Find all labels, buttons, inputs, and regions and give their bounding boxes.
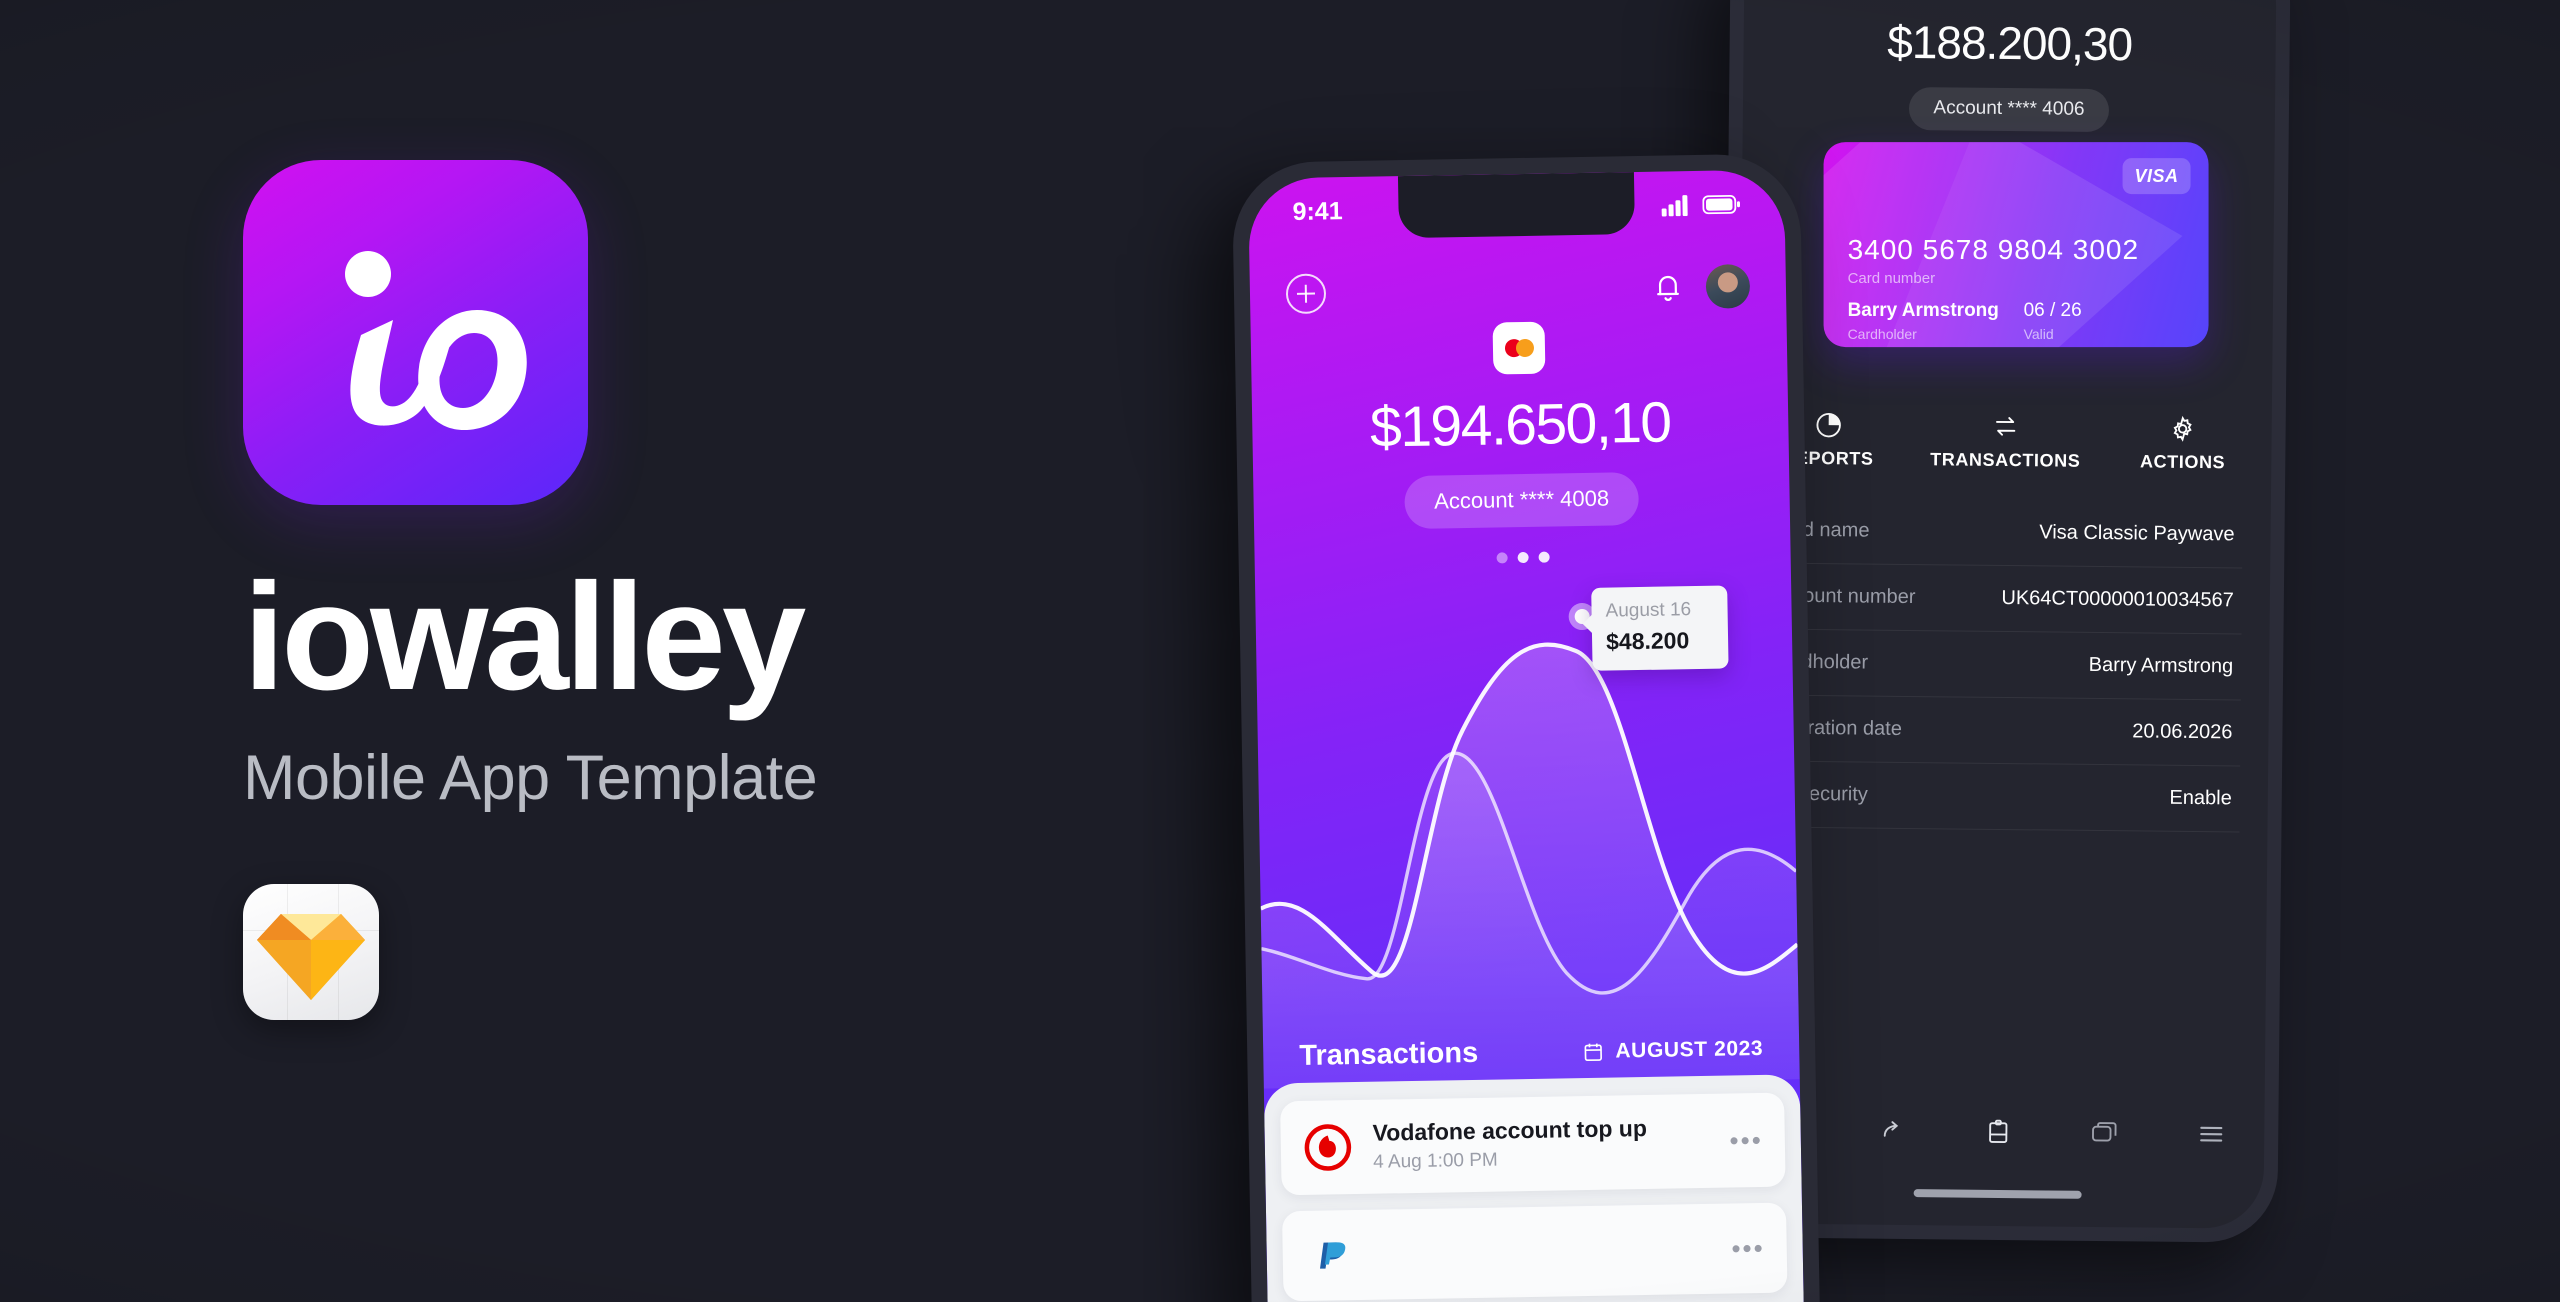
nav-menu[interactable] bbox=[2158, 1119, 2265, 1155]
app-icon bbox=[243, 160, 588, 505]
detail-value: Visa Classic Paywave bbox=[2039, 521, 2235, 546]
card-holder-label: Cardholder bbox=[1847, 326, 1917, 343]
status-indicators bbox=[1661, 193, 1741, 217]
pager-dot[interactable] bbox=[1496, 552, 1508, 564]
card-number: 3400 5678 9804 3002 bbox=[1847, 234, 2140, 266]
back-account-pill[interactable]: Account **** 4006 bbox=[1909, 86, 2109, 133]
balance-area-chart: August 16 $48.200 bbox=[1254, 499, 1800, 1089]
transactions-month-filter[interactable]: AUGUST 2023 bbox=[1582, 1036, 1763, 1063]
page-title: iowalley bbox=[243, 552, 806, 722]
card-valid-date: 06 / 26 bbox=[2023, 300, 2082, 322]
status-time: 9:41 bbox=[1292, 196, 1343, 226]
credit-card[interactable]: VISA 3400 5678 9804 3002 Card number Bar… bbox=[1823, 142, 2209, 348]
front-header bbox=[1249, 255, 1786, 324]
nav-send[interactable] bbox=[1838, 1115, 1945, 1151]
transaction-row[interactable]: ••• bbox=[1282, 1202, 1788, 1302]
back-balance-amount: $188.200,30 bbox=[1887, 15, 2133, 71]
send-arrow-icon bbox=[1883, 1121, 1898, 1137]
cellular-signal-icon bbox=[1661, 195, 1688, 217]
back-phone-tabs: REPORTS TRANSACTIONS ACTIONS bbox=[1739, 409, 2272, 474]
poster-canvas: iowalley Mobile App Template $188.200,30… bbox=[0, 0, 2560, 1302]
tooltip-value: $48.200 bbox=[1605, 627, 1690, 655]
front-account-pill[interactable]: Account **** 4008 bbox=[1403, 472, 1640, 530]
detail-row[interactable]: Expiration date 20.06.2026 bbox=[1764, 695, 2241, 767]
transactions-month-label: AUGUST 2023 bbox=[1615, 1036, 1764, 1062]
branding-block: iowalley Mobile App Template bbox=[243, 160, 1043, 1020]
tab-transactions[interactable]: TRANSACTIONS bbox=[1917, 411, 2095, 472]
cards-stack-icon bbox=[2092, 1122, 2117, 1142]
calendar-icon bbox=[1584, 1043, 1603, 1061]
user-avatar[interactable] bbox=[1705, 264, 1751, 309]
card-number-label: Card number bbox=[1847, 270, 1936, 288]
pager-dot[interactable] bbox=[1538, 551, 1550, 563]
transaction-row[interactable]: Vodafone account top up 4 Aug 1:00 PM ••… bbox=[1280, 1092, 1786, 1196]
tab-transactions-label: TRANSACTIONS bbox=[1930, 449, 2081, 471]
transactions-sheet: Vodafone account top up 4 Aug 1:00 PM ••… bbox=[1263, 1074, 1807, 1302]
plus-circle-icon[interactable] bbox=[1285, 273, 1327, 315]
transaction-time bbox=[1375, 1251, 1712, 1257]
nav-clipboard[interactable] bbox=[1945, 1116, 2052, 1152]
detail-row[interactable]: Card name Visa Classic Paywave bbox=[1766, 497, 2243, 569]
card-holder-name: Barry Armstrong bbox=[1847, 300, 1999, 322]
transaction-meta bbox=[1375, 1246, 1712, 1257]
chart-tooltip: August 16 $48.200 bbox=[1591, 585, 1729, 671]
gear-icon bbox=[2094, 413, 2272, 449]
transactions-title: Transactions bbox=[1299, 1036, 1479, 1073]
detail-row[interactable]: Account number UK64CT00000010034567 bbox=[1765, 563, 2243, 635]
clipboard-icon bbox=[1989, 1119, 2008, 1143]
back-balance-block: $188.200,30 Account **** 4006 bbox=[1743, 13, 2276, 134]
visa-logo-icon: VISA bbox=[2122, 158, 2191, 195]
front-phone-screen: 9:41 $194.650,10 Account **** 4008 Augus… bbox=[1247, 169, 1807, 1302]
status-bar: 9:41 bbox=[1248, 183, 1785, 232]
tab-actions[interactable]: ACTIONS bbox=[2094, 413, 2272, 474]
detail-value: Barry Armstrong bbox=[2088, 653, 2234, 678]
home-indicator-bar bbox=[1913, 1189, 2082, 1199]
detail-row[interactable]: 3D security Enable bbox=[1763, 761, 2241, 833]
page-subtitle: Mobile App Template bbox=[243, 743, 818, 813]
front-phone-mockup: 9:41 $194.650,10 Account **** 4008 Augus… bbox=[1231, 153, 1823, 1302]
paypal-logo bbox=[1304, 1230, 1355, 1281]
more-horizontal-icon[interactable]: ••• bbox=[1729, 1125, 1763, 1156]
battery-full-icon bbox=[1702, 194, 1741, 215]
detail-value: UK64CT00000010034567 bbox=[2001, 586, 2234, 612]
vodafone-logo bbox=[1302, 1122, 1353, 1173]
mastercard-icon bbox=[1492, 321, 1546, 375]
menu-hamburger-icon bbox=[2199, 1126, 2223, 1142]
transaction-name: Vodafone account top up bbox=[1372, 1114, 1648, 1146]
transaction-meta: Vodafone account top up 4 Aug 1:00 PM bbox=[1372, 1114, 1710, 1174]
more-horizontal-icon[interactable]: ••• bbox=[1731, 1233, 1765, 1264]
io-logo-icon bbox=[345, 251, 527, 430]
detail-value: 20.06.2026 bbox=[2132, 720, 2233, 744]
card-details-list: Card name Visa Classic Paywave Account n… bbox=[1763, 497, 2243, 833]
front-balance-amount: $194.650,10 bbox=[1369, 390, 1672, 460]
transaction-time: 4 Aug 1:00 PM bbox=[1372, 1149, 1498, 1173]
tab-actions-label: ACTIONS bbox=[2139, 451, 2226, 473]
transaction-name bbox=[1375, 1246, 1712, 1252]
card-valid-label: Valid bbox=[2023, 326, 2054, 343]
notification-bell-icon[interactable] bbox=[1652, 270, 1685, 305]
detail-value: Enable bbox=[2169, 786, 2232, 810]
tooltip-date: August 16 bbox=[1605, 599, 1692, 622]
sketch-diamond-icon bbox=[257, 914, 365, 1000]
nav-cards[interactable] bbox=[2051, 1118, 2158, 1154]
detail-row[interactable]: Cardholder Barry Armstrong bbox=[1764, 629, 2242, 701]
pager-dot[interactable] bbox=[1517, 551, 1529, 564]
header-right-group bbox=[1652, 264, 1751, 310]
front-account-pill-wrap: Account **** 4008 bbox=[1253, 469, 1790, 531]
sketch-app-icon bbox=[243, 884, 379, 1020]
transfer-arrows-icon bbox=[1917, 411, 2095, 447]
